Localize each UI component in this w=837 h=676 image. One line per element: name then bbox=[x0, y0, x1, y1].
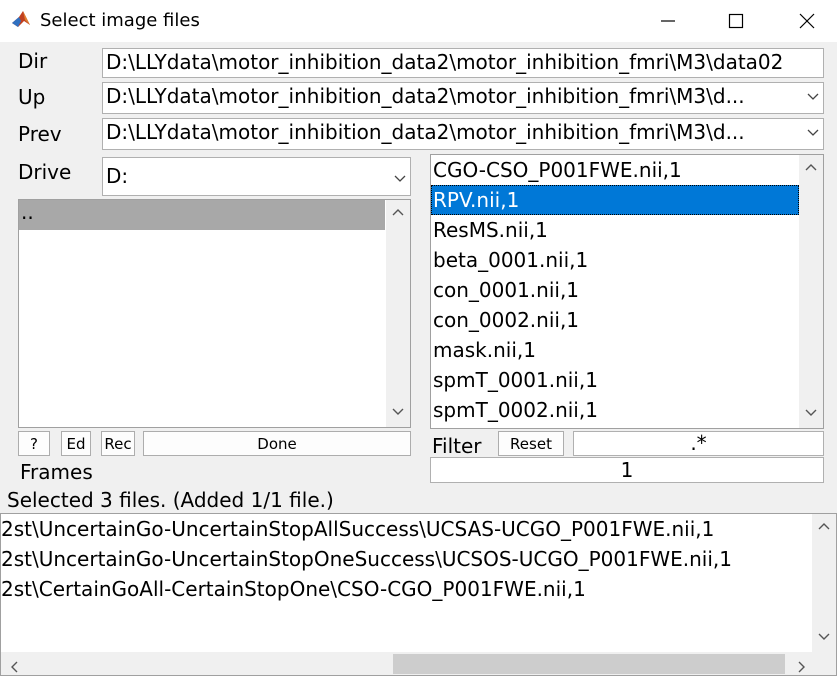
maximize-button[interactable] bbox=[713, 0, 759, 42]
drive-dropdown[interactable]: D: bbox=[102, 157, 411, 196]
selected-files-hscrollbar[interactable] bbox=[1, 652, 836, 675]
selected-files-items: 2st\UncertainGo-UncertainStopAllSuccess\… bbox=[1, 514, 813, 604]
prev-dropdown[interactable]: D:\LLYdata\motor_inhibition_data2\motor_… bbox=[102, 118, 824, 150]
chevron-left-icon[interactable] bbox=[9, 658, 19, 675]
selected-file-item[interactable]: 2st\UncertainGo-UncertainStopAllSuccess\… bbox=[1, 514, 813, 544]
filter-label: Filter bbox=[432, 434, 482, 458]
selected-files-list[interactable]: 2st\UncertainGo-UncertainStopAllSuccess\… bbox=[0, 513, 837, 676]
file-item[interactable]: mask.nii,1 bbox=[431, 335, 799, 365]
file-item[interactable]: CGO-CSO_P001FWE.nii,1 bbox=[431, 155, 799, 185]
up-dropdown[interactable]: D:\LLYdata\motor_inhibition_data2\motor_… bbox=[102, 82, 824, 114]
chevron-up-icon[interactable] bbox=[386, 206, 410, 221]
chevron-down-icon bbox=[807, 122, 819, 149]
chevron-down-icon bbox=[807, 86, 819, 113]
file-item[interactable]: beta_0001.nii,1 bbox=[431, 245, 799, 275]
drive-value: D: bbox=[106, 164, 129, 188]
up-value: D:\LLYdata\motor_inhibition_data2\motor_… bbox=[106, 84, 745, 108]
frames-label: Frames bbox=[20, 460, 93, 484]
dir-label: Dir bbox=[18, 49, 48, 73]
dir-field[interactable]: D:\LLYdata\motor_inhibition_data2\motor_… bbox=[102, 48, 824, 78]
help-button[interactable]: ? bbox=[18, 431, 50, 456]
chevron-down-icon bbox=[394, 166, 406, 195]
selected-files-vscrollbar[interactable] bbox=[812, 514, 836, 652]
file-item[interactable]: con_0002.nii,1 bbox=[431, 305, 799, 335]
prev-value: D:\LLYdata\motor_inhibition_data2\motor_… bbox=[106, 120, 745, 144]
minimize-button[interactable] bbox=[645, 0, 691, 42]
chevron-down-icon[interactable] bbox=[799, 407, 823, 422]
done-button[interactable]: Done bbox=[143, 431, 411, 456]
selected-file-item[interactable]: 2st\UncertainGo-UncertainStopOneSuccess\… bbox=[1, 544, 813, 574]
up-label: Up bbox=[18, 85, 46, 109]
filter-input[interactable]: .* bbox=[573, 431, 824, 456]
hscroll-thumb[interactable] bbox=[393, 654, 785, 674]
dir-value: D:\LLYdata\motor_inhibition_data2\motor_… bbox=[106, 50, 784, 74]
matlab-icon bbox=[10, 9, 32, 35]
directory-scrollbar[interactable] bbox=[386, 200, 410, 427]
directory-list[interactable]: .. bbox=[18, 199, 411, 428]
file-item[interactable]: spmT_0002.nii,1 bbox=[431, 395, 799, 425]
file-item[interactable]: ResMS.nii,1 bbox=[431, 215, 799, 245]
frames-input[interactable]: 1 bbox=[430, 457, 824, 483]
selected-file-item[interactable]: 2st\CertainGoAll-CertainStopOne\CSO-CGO_… bbox=[1, 574, 813, 604]
close-button[interactable] bbox=[784, 0, 830, 42]
chevron-down-icon[interactable] bbox=[812, 631, 836, 646]
file-list-items: CGO-CSO_P001FWE.nii,1 RPV.nii,1 ResMS.ni… bbox=[431, 155, 799, 425]
prev-label: Prev bbox=[18, 122, 62, 146]
chevron-down-icon[interactable] bbox=[386, 406, 410, 421]
filter-value: .* bbox=[690, 431, 707, 455]
chevron-right-icon[interactable] bbox=[797, 658, 807, 675]
file-list[interactable]: CGO-CSO_P001FWE.nii,1 RPV.nii,1 ResMS.ni… bbox=[430, 154, 824, 429]
rec-button[interactable]: Rec bbox=[101, 431, 135, 456]
status-text: Selected 3 files. (Added 1/1 file.) bbox=[7, 488, 334, 512]
ed-button[interactable]: Ed bbox=[61, 431, 91, 456]
file-item-selected[interactable]: RPV.nii,1 bbox=[431, 185, 799, 215]
chevron-up-icon[interactable] bbox=[812, 520, 836, 535]
directory-item[interactable]: .. bbox=[19, 200, 385, 230]
file-item[interactable]: con_0001.nii,1 bbox=[431, 275, 799, 305]
title-bar: Select image files bbox=[0, 0, 837, 42]
reset-button[interactable]: Reset bbox=[498, 431, 564, 456]
frames-value: 1 bbox=[620, 458, 634, 482]
drive-label: Drive bbox=[18, 160, 72, 184]
file-item[interactable]: spmT_0001.nii,1 bbox=[431, 365, 799, 395]
chevron-up-icon[interactable] bbox=[799, 161, 823, 176]
window-title: Select image files bbox=[40, 10, 200, 31]
file-list-scrollbar[interactable] bbox=[799, 155, 823, 428]
